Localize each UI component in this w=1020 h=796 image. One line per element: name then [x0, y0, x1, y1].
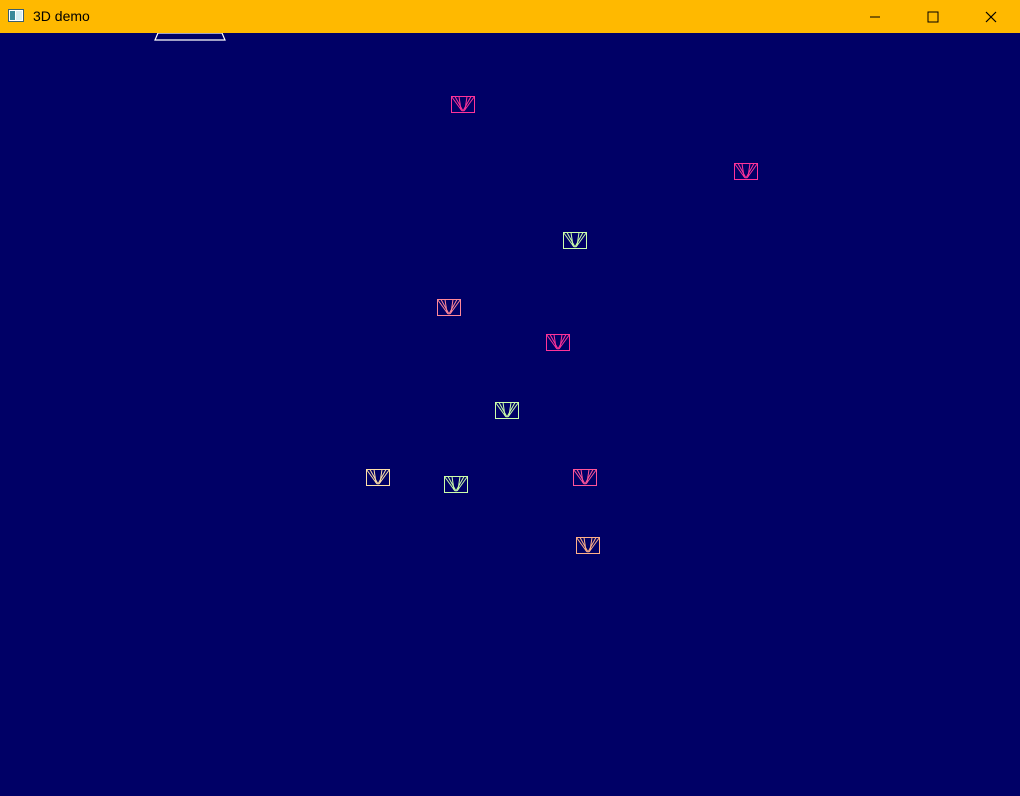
enemy-2 [734, 163, 758, 180]
maximize-button[interactable] [904, 0, 962, 33]
app-window: 3D demo [0, 0, 1020, 796]
enemy-5 [546, 334, 570, 351]
enemy-8 [444, 476, 468, 493]
close-icon [985, 11, 997, 22]
title-bar[interactable]: 3D demo [0, 0, 1020, 33]
player-ship-icon [154, 33, 226, 41]
window-title: 3D demo [33, 8, 90, 24]
enemy-6 [495, 402, 519, 419]
minimize-button[interactable] [846, 0, 904, 33]
enemy-1 [451, 96, 475, 113]
minimize-icon [870, 16, 880, 17]
maximize-icon [927, 11, 939, 22]
game-scene [154, 33, 758, 554]
enemy-9 [573, 469, 597, 486]
close-button[interactable] [962, 0, 1020, 33]
game-viewport[interactable] [0, 33, 1020, 796]
window-app-icon [8, 9, 24, 22]
enemy-3 [563, 232, 587, 249]
enemy-7 [366, 469, 390, 486]
enemy-4 [437, 299, 461, 316]
enemy-10 [576, 537, 600, 554]
